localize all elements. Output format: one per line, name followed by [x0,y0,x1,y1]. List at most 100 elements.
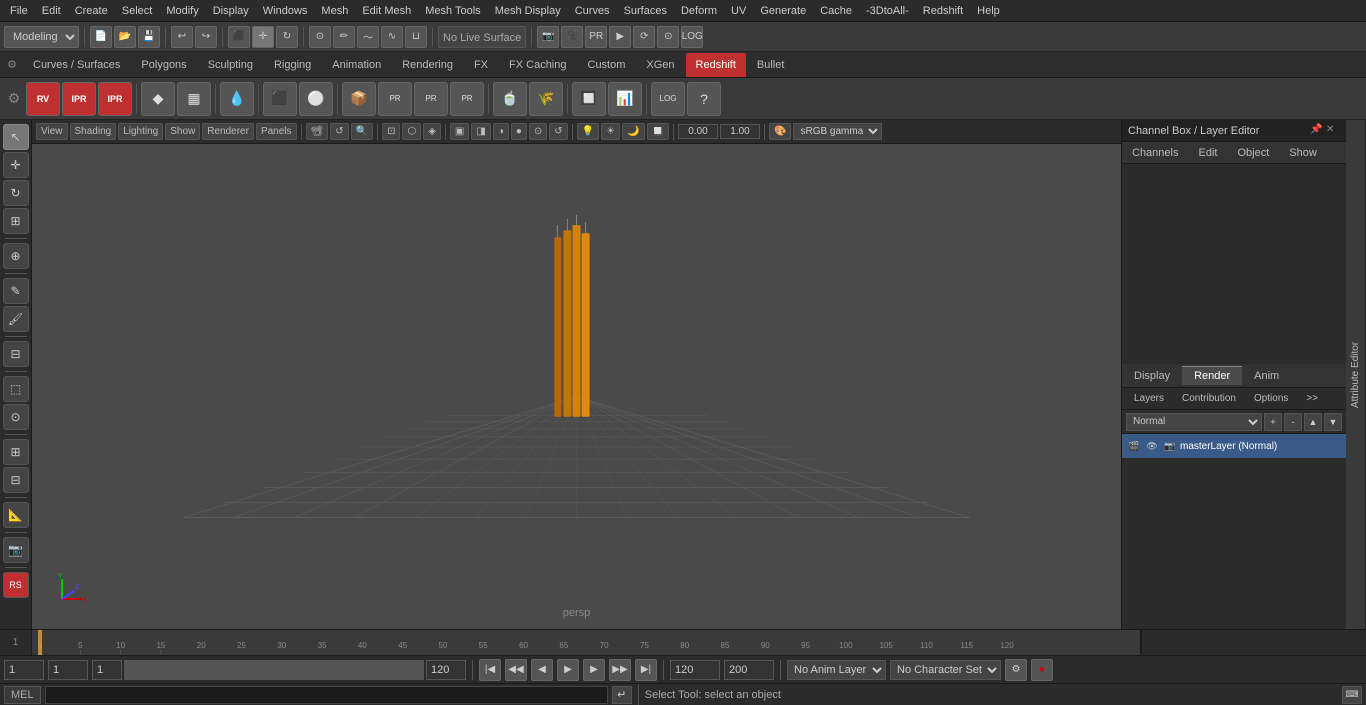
camera2-btn[interactable]: 🎥 [561,26,583,48]
rp-render-tab-display[interactable]: Display [1122,367,1182,385]
shading6-btn[interactable]: ↺ [549,123,567,140]
undo-btn[interactable]: ↩ [171,26,193,48]
menu-deform[interactable]: Deform [675,3,723,19]
tab-rendering[interactable]: Rendering [392,53,463,77]
auto-key-btn[interactable]: ● [1031,659,1053,681]
rp-tab-show[interactable]: Show [1279,142,1327,164]
rp-tab-edit[interactable]: Edit [1188,142,1227,164]
shadows-btn[interactable]: 🔲 [647,123,669,140]
curve2-btn[interactable]: ∿ [381,26,403,48]
sel-mask3-btn[interactable]: ◈ [423,123,441,140]
menu-display[interactable]: Display [207,3,255,19]
sculpt-btn[interactable]: 🖌 [3,306,29,332]
render2-btn[interactable]: ▶ [609,26,631,48]
layer-down-btn[interactable]: ▼ [1324,413,1342,431]
menu-help[interactable]: Help [971,3,1006,19]
lasso-tool-btn[interactable]: ⊙ [3,404,29,430]
master-layer-row[interactable]: 🎬 👁 📷 masterLayer (Normal) [1122,434,1346,458]
shelf-mat-btn[interactable]: 🔲 [572,82,606,116]
camera-fov-input[interactable] [720,124,760,139]
shading4-btn[interactable]: ● [511,123,527,140]
lights3-btn[interactable]: 🌙 [622,123,644,140]
shelf-box-btn[interactable]: 📦 [342,82,376,116]
tab-bullet[interactable]: Bullet [747,53,795,77]
shelf-log-btn[interactable]: LOG [651,82,685,116]
shelf-pr1-btn[interactable]: PR [378,82,412,116]
scale-tool-btn[interactable]: ⊞ [3,208,29,234]
move-mode-btn[interactable]: ✛ [252,26,274,48]
timeline-ruler[interactable]: 1 5 10 15 20 25 30 35 40 45 50 55 60 65 … [32,630,1141,656]
soft-mod-btn[interactable]: ✎ [3,278,29,304]
more-tab[interactable]: >> [1298,391,1326,406]
layer-render-icon[interactable]: 👁 [1144,438,1160,454]
shelf-bowl-btn[interactable]: 🍵 [493,82,527,116]
tab-fx[interactable]: FX [464,53,498,77]
options-tab[interactable]: Options [1246,391,1296,406]
shelf-rv-btn[interactable]: RV [26,82,60,116]
range-start-input[interactable] [670,660,720,680]
go-end-btn[interactable]: ▶| [635,659,657,681]
shelf-ipr-btn[interactable]: IPR [62,82,96,116]
rp-pin-btn[interactable]: 📌 [1310,124,1324,138]
lasso-btn[interactable]: ⊙ [309,26,331,48]
shelf-grain-btn[interactable]: 🌾 [529,82,563,116]
curve-btn[interactable]: 〜 [357,26,379,48]
contribution-tab[interactable]: Contribution [1174,391,1244,406]
tab-xgen[interactable]: XGen [636,53,684,77]
shelf-teardrop-btn[interactable]: 💧 [220,82,254,116]
menu-mesh-tools[interactable]: Mesh Tools [419,3,486,19]
menu-3dtoall[interactable]: -3DtoAll- [860,3,915,19]
camera-btn[interactable]: 📷 [3,537,29,563]
menu-file[interactable]: File [4,3,34,19]
render3-btn[interactable]: ⟳ [633,26,655,48]
shelf-pr2-btn[interactable]: PR [414,82,448,116]
play-btn[interactable]: ▶ [557,659,579,681]
save-scene-btn[interactable]: 💾 [138,26,160,48]
marquee-btn[interactable]: ⬚ [3,376,29,402]
tab-settings-btn[interactable]: ⚙ [2,55,22,75]
shading2-btn[interactable]: ◨ [471,123,490,140]
tab-polygons[interactable]: Polygons [131,53,196,77]
camera-move-btn[interactable]: 📽 [306,123,329,140]
layer-remove-btn[interactable]: - [1284,413,1302,431]
anim-layer-select[interactable]: No Anim Layer [787,660,886,680]
tab-curves-surfaces[interactable]: Curves / Surfaces [23,53,130,77]
menu-mesh[interactable]: Mesh [315,3,354,19]
rp-close-btn[interactable]: ✕ [1326,124,1340,138]
open-scene-btn[interactable]: 📂 [114,26,136,48]
mode-selector[interactable]: Modeling [4,26,79,48]
sel-mask2-btn[interactable]: ⬡ [402,123,421,140]
normal-mode-select[interactable]: Normal [1126,413,1262,431]
tab-redshift[interactable]: Redshift [686,53,746,77]
layer-camera-icon[interactable]: 📷 [1162,438,1178,454]
layers-tab[interactable]: Layers [1126,391,1172,406]
view-menu-btn[interactable]: View [36,123,68,140]
cmd-submit-icon[interactable]: ↵ [612,686,632,704]
render4-btn[interactable]: ⊙ [657,26,679,48]
universal-tool-btn[interactable]: ⊕ [3,243,29,269]
lights1-btn[interactable]: 💡 [577,123,599,140]
tab-sculpting[interactable]: Sculpting [198,53,263,77]
layer-visibility-icon[interactable]: 🎬 [1126,438,1142,454]
menu-select[interactable]: Select [116,3,159,19]
menu-modify[interactable]: Modify [160,3,204,19]
menu-uv[interactable]: UV [725,3,752,19]
tab-custom[interactable]: Custom [578,53,636,77]
camera1-btn[interactable]: 📷 [537,26,559,48]
shading1-btn[interactable]: ▣ [450,123,469,140]
range-end-input[interactable] [724,660,774,680]
playback-slider[interactable] [124,660,424,680]
menu-edit[interactable]: Edit [36,3,67,19]
shelf-cube-btn[interactable]: ⬛ [263,82,297,116]
menu-surfaces[interactable]: Surfaces [618,3,673,19]
script-editor-btn[interactable]: ⌨ [1342,686,1362,704]
select-tool-btn[interactable]: ↖ [3,124,29,150]
new-scene-btn[interactable]: 📄 [90,26,112,48]
prev-frame-btn[interactable]: ◀ [531,659,553,681]
shelf-help-btn[interactable]: ? [687,82,721,116]
comp2-btn[interactable]: ⊟ [3,467,29,493]
snap-btn[interactable]: ⊟ [3,341,29,367]
menu-windows[interactable]: Windows [257,3,314,19]
playback-end-input[interactable] [426,660,466,680]
rp-tab-object[interactable]: Object [1227,142,1279,164]
